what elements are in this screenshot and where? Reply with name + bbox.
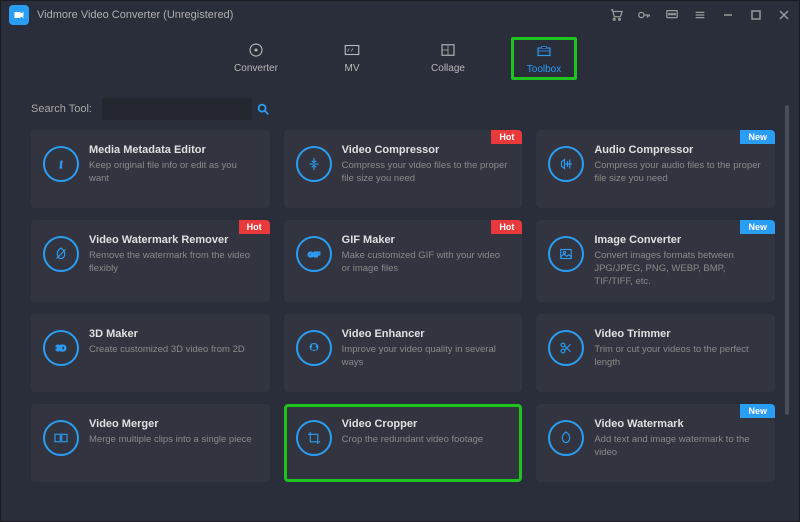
tab-label: MV: [345, 63, 360, 74]
svg-text:3D: 3D: [56, 344, 67, 353]
hot-badge: Hot: [491, 220, 522, 234]
crop-icon: [296, 420, 332, 456]
tool-desc: Remove the watermark from the video flex…: [89, 250, 258, 276]
tool-desc: Create customized 3D video from 2D: [89, 344, 258, 357]
feedback-icon[interactable]: [665, 8, 679, 22]
tool-card-audio-compress[interactable]: Audio Compressor Compress your audio file…: [536, 130, 775, 208]
tool-title: Media Metadata Editor: [89, 144, 258, 156]
tab-label: Toolbox: [527, 64, 561, 75]
tool-desc: Make customized GIF with your video or i…: [342, 250, 511, 276]
collage-icon: [437, 41, 459, 59]
hot-badge: Hot: [491, 130, 522, 144]
tool-title: Video Merger: [89, 418, 258, 430]
tool-desc: Convert images formats between JPG/JPEG,…: [594, 250, 763, 288]
tab-mv[interactable]: MV: [319, 37, 385, 80]
hot-badge: Hot: [239, 220, 270, 234]
tab-toolbox[interactable]: Toolbox: [511, 37, 577, 80]
menu-icon[interactable]: [693, 8, 707, 22]
gif-icon: GIF: [296, 236, 332, 272]
tab-collage[interactable]: Collage: [415, 37, 481, 80]
watermark-icon: [548, 420, 584, 456]
enhance-icon: [296, 330, 332, 366]
toolbox-icon: [533, 42, 555, 60]
tool-card-image[interactable]: Image Converter Convert images formats be…: [536, 220, 775, 302]
search-label: Search Tool:: [31, 103, 92, 115]
new-badge: New: [740, 130, 775, 144]
tool-title: Audio Compressor: [594, 144, 763, 156]
titlebar: Vidmore Video Converter (Unregistered): [1, 1, 799, 29]
audio-compress-icon: [548, 146, 584, 182]
converter-icon: [245, 41, 267, 59]
tool-card-trim[interactable]: Video Trimmer Trim or cut your videos to …: [536, 314, 775, 392]
tool-title: 3D Maker: [89, 328, 258, 340]
search-icon[interactable]: [256, 102, 270, 116]
image-icon: [548, 236, 584, 272]
cart-icon[interactable]: [609, 8, 623, 22]
tool-desc: Trim or cut your videos to the perfect l…: [594, 344, 763, 370]
tool-title: Video Watermark Remover: [89, 234, 258, 246]
tool-card-merge[interactable]: Video Merger Merge multiple clips into a …: [31, 404, 270, 482]
key-icon[interactable]: [637, 8, 651, 22]
window-title: Vidmore Video Converter (Unregistered): [37, 9, 233, 21]
tool-title: Image Converter: [594, 234, 763, 246]
new-badge: New: [740, 404, 775, 418]
tool-title: Video Cropper: [342, 418, 511, 430]
tool-desc: Merge multiple clips into a single piece: [89, 434, 258, 447]
tool-card-compress[interactable]: Video Compressor Compress your video file…: [284, 130, 523, 208]
info-icon: i: [43, 146, 79, 182]
tool-title: Video Watermark: [594, 418, 763, 430]
maximize-button[interactable]: [749, 8, 763, 22]
tool-title: Video Trimmer: [594, 328, 763, 340]
tab-label: Converter: [234, 63, 278, 74]
tool-desc: Crop the redundant video footage: [342, 434, 511, 447]
tool-card-watermark[interactable]: Video Watermark Add text and image waterm…: [536, 404, 775, 482]
top-nav: Converter MV Collage Toolbox: [1, 29, 799, 94]
tool-desc: Improve your video quality in several wa…: [342, 344, 511, 370]
svg-text:GIF: GIF: [307, 250, 320, 259]
tool-title: Video Enhancer: [342, 328, 511, 340]
svg-text:i: i: [60, 160, 63, 171]
merge-icon: [43, 420, 79, 456]
tool-card-gif[interactable]: GIF GIF Maker Make customized GIF with you…: [284, 220, 523, 302]
tab-label: Collage: [431, 63, 465, 74]
tool-card-info[interactable]: i Media Metadata Editor Keep original file…: [31, 130, 270, 208]
tool-title: GIF Maker: [342, 234, 511, 246]
tool-desc: Compress your video files to the proper …: [342, 160, 511, 186]
tool-desc: Compress your audio files to the proper …: [594, 160, 763, 186]
scrollbar[interactable]: [785, 105, 789, 415]
trim-icon: [548, 330, 584, 366]
compress-icon: [296, 146, 332, 182]
tool-desc: Add text and image watermark to the vide…: [594, 434, 763, 460]
search-input[interactable]: [102, 103, 256, 115]
tab-converter[interactable]: Converter: [223, 37, 289, 80]
mv-icon: [341, 41, 363, 59]
close-button[interactable]: [777, 8, 791, 22]
watermark-remove-icon: [43, 236, 79, 272]
tool-card-watermark-remove[interactable]: Video Watermark Remover Remove the waterm…: [31, 220, 270, 302]
app-logo: [9, 5, 29, 25]
new-badge: New: [740, 220, 775, 234]
tool-desc: Keep original file info or edit as you w…: [89, 160, 258, 186]
minimize-button[interactable]: [721, 8, 735, 22]
tool-card-3d[interactable]: 3D 3D Maker Create customized 3D video fro…: [31, 314, 270, 392]
tool-card-crop[interactable]: Video Cropper Crop the redundant video fo…: [284, 404, 523, 482]
tool-card-enhance[interactable]: Video Enhancer Improve your video quality…: [284, 314, 523, 392]
tool-title: Video Compressor: [342, 144, 511, 156]
search-row: Search Tool:: [1, 94, 799, 130]
search-box: [102, 98, 252, 120]
tool-grid: i Media Metadata Editor Keep original file…: [31, 130, 775, 482]
3d-icon: 3D: [43, 330, 79, 366]
